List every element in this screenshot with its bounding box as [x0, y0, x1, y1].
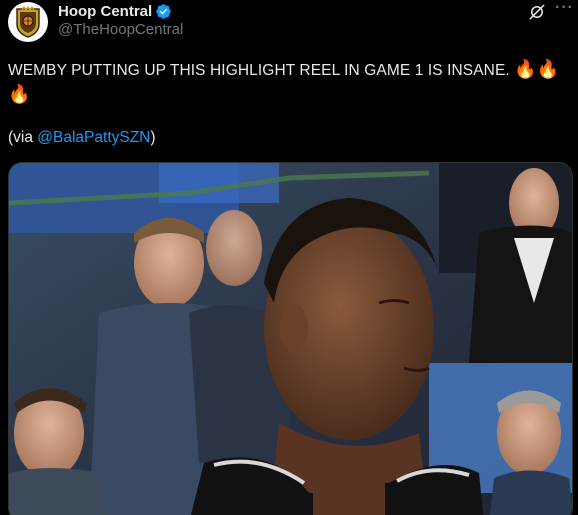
via-prefix: (via: [8, 129, 38, 146]
via-suffix: ): [150, 129, 156, 146]
avatar[interactable]: [8, 2, 48, 42]
handle[interactable]: @TheHoopCentral: [58, 20, 183, 40]
media-video[interactable]: [8, 162, 573, 515]
author-names: Hoop Central @TheHoopCentral: [58, 2, 183, 40]
more-options-icon[interactable]: ···: [555, 0, 573, 19]
video-frame-image: [9, 163, 572, 515]
name-row: Hoop Central: [58, 3, 183, 20]
via-credit: (via @BalaPattySZN): [8, 128, 156, 148]
display-name[interactable]: Hoop Central: [58, 3, 152, 20]
tweet-text-content: WEMBY PUTTING UP THIS HIGHLIGHT REEL IN …: [8, 62, 510, 79]
hoop-central-logo-icon: [16, 6, 40, 38]
grok-icon[interactable]: [528, 3, 546, 21]
tweet: Hoop Central @TheHoopCentral ··· WEMBY P…: [0, 0, 578, 515]
tweet-text: WEMBY PUTTING UP THIS HIGHLIGHT REEL IN …: [8, 58, 568, 108]
verified-badge-icon[interactable]: [155, 3, 172, 20]
tweet-header: Hoop Central @TheHoopCentral: [8, 2, 578, 42]
via-mention-link[interactable]: @BalaPattySZN: [37, 129, 150, 146]
